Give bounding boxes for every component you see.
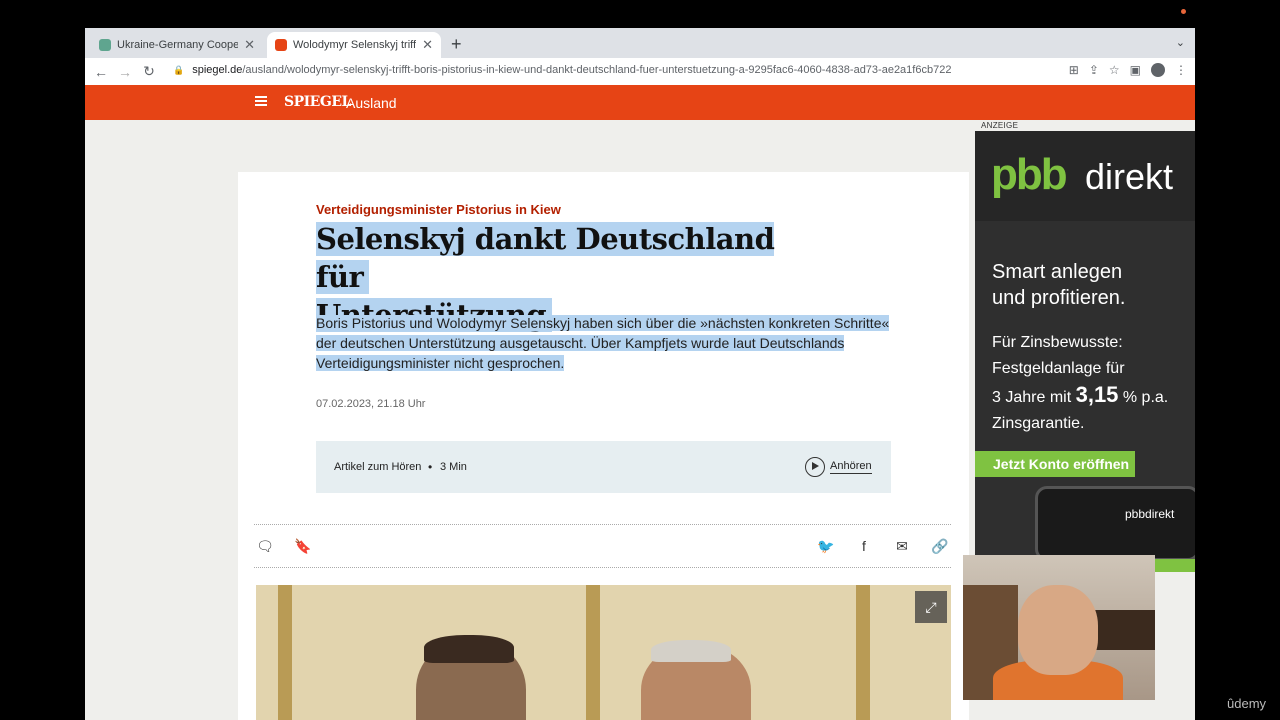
new-tab-icon[interactable]: + (451, 34, 462, 55)
facebook-icon[interactable]: f (855, 537, 873, 555)
toolbar-actions: ⊞ ⇪ ☆ ▣ ⋮ (1069, 63, 1187, 77)
url-domain: spiegel.de (192, 64, 243, 76)
open-account-button[interactable]: Jetzt Konto eröffnen (975, 451, 1135, 477)
tab-strip: Ukraine-Germany Cooperation ✕ Wolodymyr … (85, 28, 1195, 58)
ad-copy-line-4: Zinsgarantie. (992, 415, 1085, 432)
ad-copy: Für Zinsbewusste: Festgeldanlage für 3 J… (992, 330, 1192, 437)
photo-pillar (856, 585, 870, 720)
photo-pillar (278, 585, 292, 720)
share-icon[interactable]: ⇪ (1089, 63, 1099, 77)
audio-label: Artikel zum Hören (334, 461, 422, 473)
profile-icon[interactable] (1151, 63, 1165, 77)
udemy-watermark: ûdemy (1227, 696, 1267, 711)
share-bar: 🗨 🔖 🐦 f ✉ 🔗 (254, 524, 951, 568)
address-bar[interactable]: 🔒 spiegel.de/ausland/wolodymyr-selenskyj… (173, 64, 951, 76)
expand-icon[interactable]: ⤢ (915, 591, 947, 623)
tab-ukraine-germany[interactable]: Ukraine-Germany Cooperation ✕ (91, 32, 263, 58)
photo-person-hair (651, 640, 731, 662)
translate-icon[interactable]: ⊞ (1069, 63, 1079, 77)
browser-toolbar: ← → ↻ 🔒 spiegel.de/ausland/wolodymyr-sel… (85, 58, 1195, 85)
spiegel-logo[interactable]: SPIEGEL (284, 94, 351, 110)
spiegel-favicon-icon (275, 39, 287, 51)
article-kicker: Verteidigungsminister Pistorius in Kiew (316, 202, 561, 217)
reload-icon[interactable]: ↻ (137, 63, 161, 80)
close-icon[interactable]: ✕ (422, 37, 433, 53)
sidebar-icon[interactable]: ▣ (1130, 63, 1141, 77)
headline-line-1: Selenskyj dankt Deutschland für (316, 222, 775, 294)
section-link[interactable]: Ausland (346, 95, 397, 111)
tab-favicon-icon (99, 39, 111, 51)
audio-duration: 3 Min (440, 461, 467, 473)
comment-icon[interactable]: 🗨 (256, 537, 274, 555)
ad-logo-direkt: direkt (1085, 156, 1174, 197)
article-date: 07.02.2023, 21.18 Uhr (316, 398, 426, 410)
article-lead: Boris Pistorius und Wolodymyr Selenskyj … (316, 313, 891, 373)
hamburger-menu-icon[interactable] (255, 96, 267, 106)
article-card: Verteidigungsminister Pistorius in Kiew … (238, 172, 969, 720)
site-header: SPIEGEL Ausland (85, 85, 1195, 120)
screen: Ukraine-Germany Cooperation ✕ Wolodymyr … (0, 0, 1280, 720)
webcam-overlay (963, 555, 1155, 700)
forward-icon[interactable]: → (113, 64, 137, 80)
ad-slogan: Smart anlegen und profitieren. (992, 259, 1125, 311)
lock-icon: 🔒 (173, 64, 185, 75)
close-icon[interactable]: ✕ (244, 37, 255, 53)
photo-pillar (586, 585, 600, 720)
listen-button[interactable]: Anhören (830, 460, 872, 474)
webcam-person-face (1018, 585, 1098, 675)
audio-separator: • (428, 460, 433, 474)
ad-logo-pbb: pbb (991, 150, 1068, 199)
article-photo[interactable]: ⤢ (256, 585, 951, 720)
tab-title: Wolodymyr Selenskyj trifft Bor (293, 39, 417, 51)
ad-copy-line-2: Festgeldanlage für (992, 360, 1125, 377)
link-icon[interactable]: 🔗 (931, 537, 949, 555)
back-icon[interactable]: ← (89, 64, 113, 80)
ad-phone-image (1035, 486, 1195, 561)
recording-indicator (1181, 9, 1186, 14)
chevron-down-icon[interactable]: ⌄ (1176, 36, 1185, 49)
ad-copy-line-3-pre: 3 Jahre mit (992, 389, 1072, 406)
ad-label: ANZEIGE (981, 121, 1019, 130)
ad-phone-logo: pbbdirekt (1125, 507, 1175, 521)
bookmark-icon[interactable]: 🔖 (294, 537, 312, 555)
star-icon[interactable]: ☆ (1109, 63, 1120, 77)
tab-spiegel-article[interactable]: Wolodymyr Selenskyj trifft Bor ✕ (267, 32, 441, 58)
ad-copy-line-3-post: % p.a. (1122, 389, 1169, 406)
photo-person-hair (424, 635, 514, 663)
audio-player: Artikel zum Hören • 3 Min Anhören (316, 441, 891, 493)
twitter-icon[interactable]: 🐦 (817, 537, 835, 555)
ad-rate: 3,15 (1075, 382, 1119, 407)
play-icon[interactable] (805, 457, 825, 477)
url-path: /ausland/wolodymyr-selenskyj-trifft-bori… (242, 64, 952, 76)
tab-title: Ukraine-Germany Cooperation (117, 39, 239, 51)
lead-text: Boris Pistorius und Wolodymyr Selenskyj … (316, 315, 890, 371)
ad-slogan-line-1: Smart anlegen (992, 261, 1123, 283)
advertisement[interactable]: pbb direkt Smart anlegen und profitieren… (975, 131, 1195, 572)
ad-copy-line-1: Für Zinsbewusste: (992, 334, 1123, 351)
ad-slogan-line-2: und profitieren. (992, 287, 1126, 309)
photo-background (256, 585, 951, 720)
menu-icon[interactable]: ⋮ (1175, 63, 1187, 77)
mail-icon[interactable]: ✉ (893, 537, 911, 555)
